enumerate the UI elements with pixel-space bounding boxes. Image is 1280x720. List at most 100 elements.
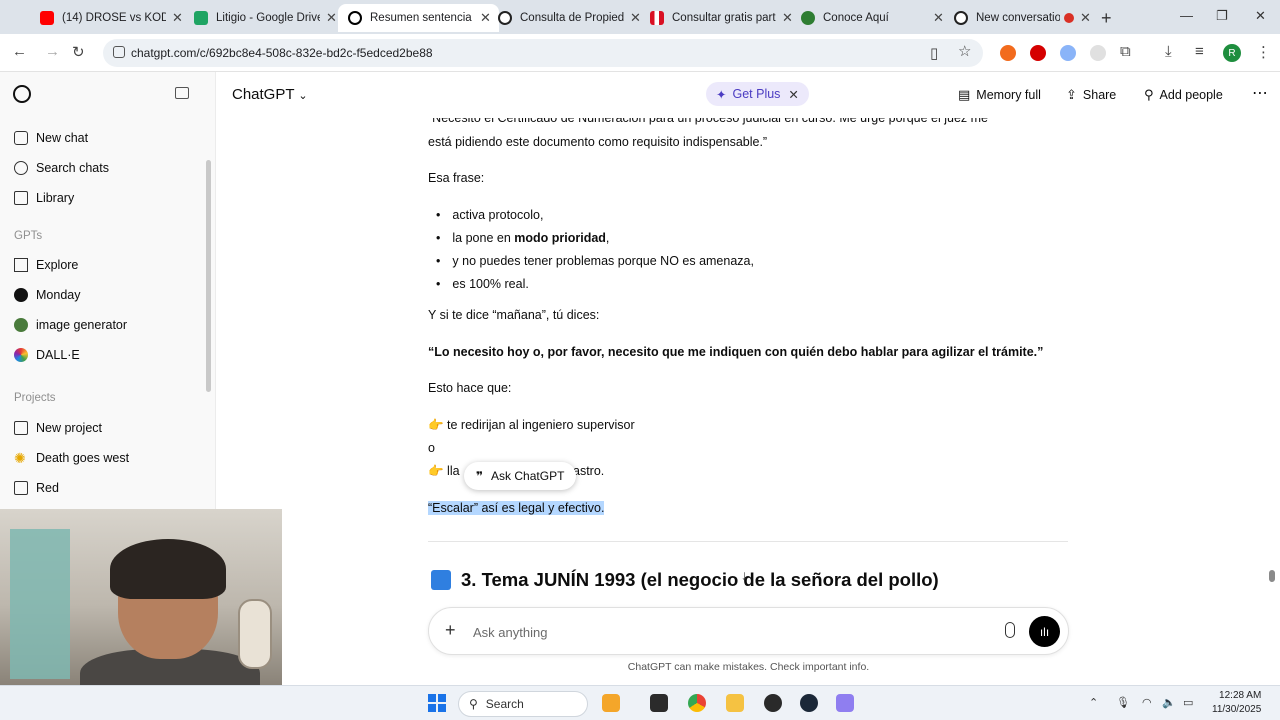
sidebar-item-monday[interactable]: Monday: [14, 288, 80, 302]
tab-title: Consultar gratis part: [672, 12, 776, 24]
list-item: la pone en modo prioridad,: [436, 230, 609, 247]
list-item-text: y no puedes tener problemas porque NO es…: [452, 254, 754, 268]
extension-icon[interactable]: [1090, 45, 1106, 61]
sidebar-item-new-project[interactable]: New project: [14, 421, 102, 435]
tab-title: (14) DROSE vs KODIG: [62, 12, 166, 24]
ask-chatgpt-popup[interactable]: ❞ Ask ChatGPT: [464, 462, 577, 490]
selected-text[interactable]: “Escalar” así es legal y efectivo.: [428, 500, 605, 517]
restore-button[interactable]: ❐: [1216, 8, 1228, 24]
selection-highlight: “Escalar” así es legal y efectivo.: [428, 501, 605, 515]
model-selector[interactable]: ChatGPT ⌄: [232, 86, 308, 103]
new-tab-button[interactable]: +: [1101, 8, 1112, 29]
address-bar[interactable]: chatgpt.com/c/692bc8e4-508c-832e-bd2c-f5…: [103, 39, 983, 67]
extension-icon[interactable]: [1060, 45, 1076, 61]
sidebar-item-explore[interactable]: Explore: [14, 258, 78, 272]
projects-heading: Projects: [14, 392, 56, 404]
extension-icon[interactable]: [1000, 45, 1016, 61]
close-icon[interactable]: ✕: [172, 10, 183, 26]
obs-icon[interactable]: [764, 694, 782, 712]
microphone-icon[interactable]: 🎙: [1116, 696, 1130, 709]
image-generator-icon: [14, 318, 28, 332]
sidebar-item-new-chat[interactable]: New chat: [14, 131, 88, 145]
browser-tab[interactable]: Conoce Aquí ✕: [791, 4, 952, 32]
voice-mode-button[interactable]: ılı: [1029, 616, 1060, 647]
message-quote: “Lo necesito hoy o, por favor, necesito …: [428, 345, 1044, 359]
close-icon[interactable]: ✕: [326, 10, 337, 26]
windows-start-icon[interactable]: [428, 694, 446, 712]
search-icon: ⚲: [469, 697, 478, 711]
wifi-icon[interactable]: ◠: [1142, 696, 1152, 709]
file-explorer-icon[interactable]: [726, 694, 744, 712]
browser-tab-active[interactable]: Resumen sentencia C ✕: [338, 4, 499, 32]
chrome-icon[interactable]: [688, 694, 706, 712]
profile-avatar[interactable]: R: [1223, 44, 1241, 62]
chat-scrollbar[interactable]: [1269, 570, 1275, 582]
download-icon[interactable]: ⤓: [1165, 43, 1172, 60]
chatgpt-logo-icon[interactable]: [13, 85, 31, 103]
sidebar-item-death-goes-west[interactable]: ✺ Death goes west: [14, 451, 129, 465]
browser-tab[interactable]: (14) DROSE vs KODIG ✕: [30, 4, 191, 32]
site-info-icon[interactable]: [113, 46, 125, 58]
taskbar-app-icon[interactable]: [836, 694, 854, 712]
list-item-text: ,: [605, 231, 610, 245]
message-line: está pidiendo este documento como requis…: [428, 135, 768, 149]
dalle-icon: [14, 348, 28, 362]
sidebar-scrollbar[interactable]: [206, 160, 211, 392]
taskbar-search[interactable]: ⚲ Search: [458, 691, 588, 717]
show-hidden-icons-icon[interactable]: ⌃: [1089, 696, 1098, 709]
extension-icon[interactable]: [1030, 45, 1046, 61]
volume-icon[interactable]: 🔈: [1162, 696, 1176, 709]
memory-full-button[interactable]: ▤ Memory full: [958, 87, 1041, 103]
bookmark-star-icon[interactable]: ☆: [958, 42, 971, 60]
browser-tab[interactable]: Consultar gratis part ✕: [640, 4, 801, 32]
add-attachment-icon[interactable]: +: [445, 620, 456, 641]
share-button[interactable]: ⇪ Share: [1066, 87, 1116, 103]
steam-icon[interactable]: [800, 694, 818, 712]
close-window-button[interactable]: ✕: [1255, 8, 1266, 24]
sidebar-item-dalle[interactable]: DALL·E: [14, 348, 80, 362]
back-button[interactable]: ←: [12, 43, 27, 60]
sidebar-toggle-icon[interactable]: [175, 87, 189, 99]
scroll-down-arrow-icon[interactable]: ↓: [741, 567, 748, 583]
folder-icon: [14, 481, 28, 495]
peru-flag-icon: [650, 11, 664, 25]
battery-icon[interactable]: ▭: [1183, 696, 1193, 709]
url-text: chatgpt.com/c/692bc8e4-508c-832e-bd2c-f5…: [131, 46, 433, 60]
add-people-button[interactable]: ⚲ Add people: [1144, 87, 1223, 103]
waveform-icon: ılı: [1039, 624, 1050, 639]
browser-menu-icon[interactable]: ⋮: [1256, 43, 1271, 61]
message-line: 👉 lla: [428, 464, 460, 478]
system-clock[interactable]: 12:28 AM 11/30/2025: [1212, 689, 1261, 717]
browser-tab[interactable]: Litigio - Google Drive ✕: [184, 4, 345, 32]
sidebar-item-library[interactable]: Library: [14, 191, 74, 205]
taskbar-app-icon[interactable]: [602, 694, 620, 712]
prompt-input[interactable]: [473, 621, 993, 643]
sidebar-item-search-chats[interactable]: Search chats: [14, 161, 109, 175]
minimize-button[interactable]: —: [1180, 8, 1193, 23]
browser-tab[interactable]: New conversatio ✕: [944, 4, 1099, 32]
extensions-puzzle-icon[interactable]: ⧉: [1120, 43, 1131, 60]
sun-icon: ✺: [14, 450, 26, 466]
list-item-text: activa protocolo,: [452, 208, 544, 222]
more-options-icon[interactable]: ⋯: [1252, 83, 1268, 103]
reload-button[interactable]: ↻: [72, 43, 85, 61]
close-icon[interactable]: ✕: [933, 10, 944, 26]
close-icon[interactable]: ✕: [1080, 10, 1091, 26]
page-icon[interactable]: ▯: [930, 44, 938, 62]
message-line: “Necesito el Certificado de Numeración p…: [428, 118, 989, 125]
close-icon[interactable]: ✕: [788, 87, 798, 102]
sidebar-item-red[interactable]: Red: [14, 481, 59, 495]
sidebar-item-image-generator[interactable]: image generator: [14, 318, 127, 332]
tab-title: Conoce Aquí: [823, 12, 889, 24]
add-person-icon: ⚲: [1144, 87, 1154, 102]
sidebar-item-label: Library: [36, 191, 75, 205]
terminal-icon[interactable]: [650, 694, 668, 712]
google-drive-icon: [194, 11, 208, 25]
media-icon[interactable]: ≡: [1195, 43, 1204, 60]
webcam-background: [10, 529, 70, 679]
get-plus-button[interactable]: ✦ Get Plus ✕: [706, 82, 809, 106]
microphone-icon[interactable]: [1005, 622, 1015, 638]
forward-button[interactable]: →: [45, 43, 60, 60]
browser-tab[interactable]: Consulta de Propied ✕: [488, 4, 649, 32]
sidebar-item-label: Explore: [36, 258, 79, 272]
